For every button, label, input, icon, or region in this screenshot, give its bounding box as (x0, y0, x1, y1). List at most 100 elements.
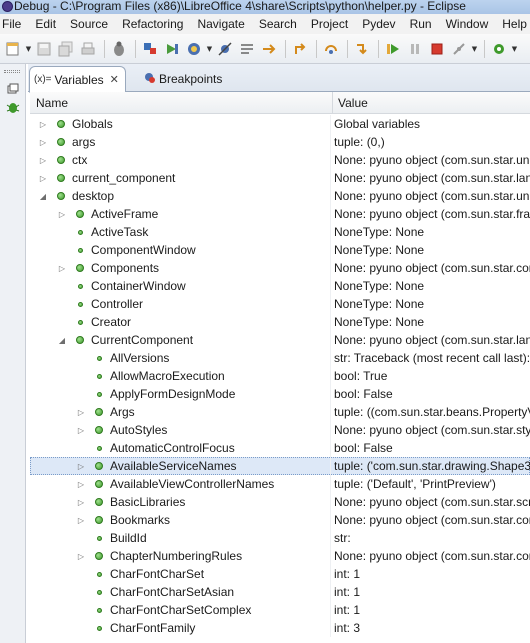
variables-tree[interactable]: ▷ Globals Global variables ▷ args tuple: (0,)… (30, 115, 530, 643)
tree-row[interactable]: ▷ Components None: pyuno object (com.sun.s… (30, 259, 530, 277)
save-icon[interactable] (34, 39, 54, 59)
skip-breakpoints-icon[interactable] (215, 39, 235, 59)
collapsed-arrow-icon[interactable]: ▷ (38, 151, 48, 169)
expanded-arrow-icon[interactable]: ◢ (38, 187, 48, 205)
tree-row[interactable]: ▷ Args tuple: ((com.sun.star.beans.Propert… (30, 403, 530, 421)
tree-row[interactable]: ◢ CurrentComponent None: pyuno object (com… (30, 331, 530, 349)
tree-row[interactable]: ▷ AutoStyles None: pyuno object (com.sun.s… (30, 421, 530, 439)
external-tools-icon[interactable] (489, 39, 509, 59)
menu-window[interactable]: Window (439, 17, 496, 31)
drop-to-frame-icon[interactable] (290, 39, 310, 59)
column-gridline (330, 295, 331, 313)
tree-row[interactable]: CharFontCharSetComplex int: 1 (30, 601, 530, 619)
collapsed-arrow-icon[interactable]: ▷ (38, 133, 48, 151)
restore-icon[interactable] (4, 80, 21, 97)
toggle-breakpoint-icon[interactable] (140, 39, 160, 59)
menu-pydev[interactable]: Pydev (355, 17, 402, 31)
tree-row[interactable]: ▷ Bookmarks None: pyuno object (com.sun.st… (30, 511, 530, 529)
tree-row[interactable]: ActiveTask NoneType: None (30, 223, 530, 241)
perspective-dropdown-icon[interactable]: ▼ (206, 39, 213, 59)
disconnect-icon[interactable] (449, 39, 469, 59)
step-return-icon[interactable] (352, 39, 372, 59)
menu-source[interactable]: Source (63, 17, 115, 31)
menu-search[interactable]: Search (252, 17, 304, 31)
tree-row[interactable]: CharFontCharSet int: 1 (30, 565, 530, 583)
tree-row[interactable]: ▷ ActiveFrame None: pyuno object (com.sun.… (30, 205, 530, 223)
trim-grip[interactable] (4, 70, 20, 73)
tree-row[interactable]: ◢ desktop None: pyuno object (com.sun.star… (30, 187, 530, 205)
debug-view-icon[interactable] (4, 98, 21, 115)
column-gridline (330, 223, 331, 241)
tree-row[interactable]: BuildId str: (30, 529, 530, 547)
tree-row[interactable]: CharFontCharSetAsian int: 1 (30, 583, 530, 601)
print-icon[interactable] (78, 39, 98, 59)
resume-icon[interactable] (383, 39, 403, 59)
menu-help[interactable]: Help (495, 17, 530, 31)
collapsed-arrow-icon[interactable]: ▷ (76, 403, 86, 421)
column-header-name[interactable]: Name (36, 96, 68, 110)
tab-variables[interactable]: (x)= Variables ✕ (29, 66, 126, 93)
collapsed-arrow-icon[interactable]: ▷ (76, 493, 86, 511)
tree-row[interactable]: AutomaticControlFocus bool: False (30, 439, 530, 457)
menu-refactoring[interactable]: Refactoring (115, 17, 190, 31)
collapsed-arrow-icon[interactable]: ▷ (76, 421, 86, 439)
menu-project[interactable]: Project (304, 17, 355, 31)
column-header-value[interactable]: Value (338, 96, 368, 110)
run-to-line-icon[interactable] (259, 39, 279, 59)
open-perspective-icon[interactable] (184, 39, 204, 59)
collapsed-arrow-icon[interactable]: ▷ (76, 475, 86, 493)
variable-value: NoneType: None (334, 279, 425, 293)
suspend-icon[interactable] (405, 39, 425, 59)
tree-row[interactable]: ▷ current_component None: pyuno object (co… (30, 169, 530, 187)
collapsed-arrow-icon[interactable]: ▷ (57, 205, 67, 223)
collapsed-arrow-icon[interactable]: ▷ (76, 547, 86, 565)
tree-row[interactable]: ▷ Globals Global variables (30, 115, 530, 133)
use-step-filters-icon[interactable] (321, 39, 341, 59)
variable-name: BuildId (110, 531, 147, 545)
tree-row[interactable]: CharFontFamily int: 3 (30, 619, 530, 637)
menu-file[interactable]: File (0, 17, 28, 31)
column-gridline (330, 187, 331, 205)
menu-run[interactable]: Run (403, 17, 439, 31)
tree-row[interactable]: ▷ args tuple: (0,) (30, 133, 530, 151)
collapsed-arrow-icon[interactable]: ▷ (38, 169, 48, 187)
variable-value: NoneType: None (334, 243, 425, 257)
tree-row[interactable]: Controller NoneType: None (30, 295, 530, 313)
collapsed-arrow-icon[interactable]: ▷ (57, 259, 67, 277)
step-arrow-icon[interactable] (162, 39, 182, 59)
column-divider[interactable] (332, 92, 333, 114)
new-dropdown-icon[interactable]: ▼ (25, 39, 32, 59)
collapsed-arrow-icon[interactable]: ▷ (76, 457, 86, 475)
close-icon[interactable]: ✕ (110, 73, 119, 86)
tree-row[interactable]: ComponentWindow NoneType: None (30, 241, 530, 259)
tab-breakpoints-label: Breakpoints (159, 72, 223, 86)
tree-row[interactable]: ▷ ChapterNumberingRules None: pyuno object… (30, 547, 530, 565)
tree-row[interactable]: AllVersions str: Traceback (most recent c… (30, 349, 530, 367)
terminate-icon[interactable] (427, 39, 447, 59)
collapsed-arrow-icon[interactable]: ▷ (38, 115, 48, 133)
expanded-arrow-icon[interactable]: ◢ (57, 331, 67, 349)
variable-value: tuple: (0,) (334, 135, 385, 149)
collapsed-arrow-icon[interactable]: ▷ (76, 511, 86, 529)
new-icon[interactable] (3, 39, 23, 59)
tab-breakpoints[interactable]: Breakpoints (140, 66, 226, 92)
menu-edit[interactable]: Edit (28, 17, 63, 31)
tree-row[interactable]: ApplyFormDesignMode bool: False (30, 385, 530, 403)
column-gridline (330, 151, 331, 169)
list-icon[interactable] (237, 39, 257, 59)
tree-row[interactable]: ▷ ctx None: pyuno object (com.sun.star.uno (30, 151, 530, 169)
tree-row[interactable]: AllowMacroExecution bool: True (30, 367, 530, 385)
variable-icon (76, 264, 84, 272)
tree-row[interactable]: ▷ AvailableViewControllerNames tuple: ('De… (30, 475, 530, 493)
tree-row[interactable]: ContainerWindow NoneType: None (30, 277, 530, 295)
external-tools-dropdown-icon[interactable]: ▼ (511, 39, 518, 59)
tree-row[interactable]: Creator NoneType: None (30, 313, 530, 331)
tree-row[interactable]: ▷ AvailableServiceNames tuple: ('com.sun.s… (30, 457, 530, 475)
menu-navigate[interactable]: Navigate (190, 17, 251, 31)
save-all-icon[interactable] (56, 39, 76, 59)
column-gridline (330, 169, 331, 187)
toolbar-separator (347, 39, 348, 58)
debug-icon[interactable] (109, 39, 129, 59)
tree-row[interactable]: ▷ BasicLibraries None: pyuno object (com.s… (30, 493, 530, 511)
disconnect-dropdown-icon[interactable]: ▼ (471, 39, 478, 59)
